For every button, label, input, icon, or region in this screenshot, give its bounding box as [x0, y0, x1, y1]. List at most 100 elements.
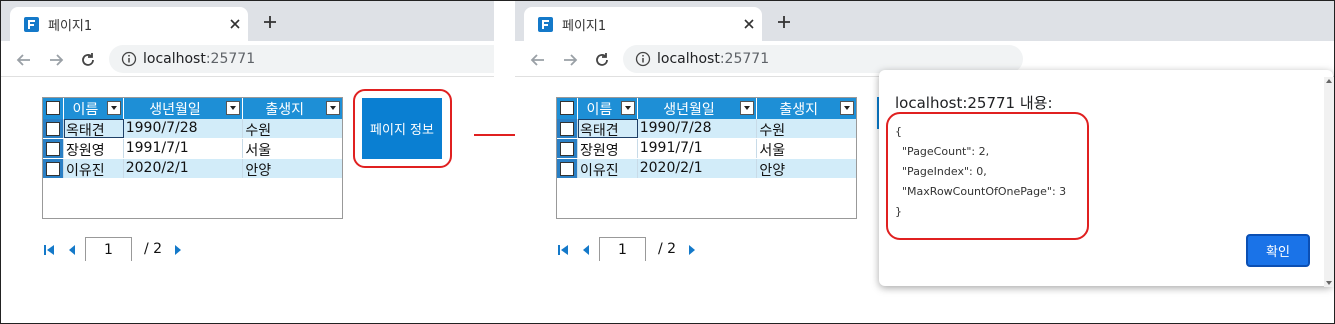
header-checkbox-cell — [557, 98, 578, 119]
filter-dropdown-icon[interactable] — [326, 101, 340, 115]
table-row[interactable]: 옥태견 1990/7/28 수원 — [43, 119, 342, 139]
table-row[interactable]: 옥태견 1990/7/28 수원 — [557, 119, 856, 139]
info-icon[interactable] — [635, 51, 651, 67]
row-checkbox[interactable] — [46, 142, 60, 156]
scrollbar[interactable] — [1324, 77, 1334, 287]
row-checkbox-cell — [557, 159, 578, 178]
ok-button[interactable]: 확인 — [1246, 234, 1310, 267]
forward-icon[interactable] — [47, 51, 65, 69]
table-row[interactable]: 이유진 2020/2/1 안양 — [557, 159, 856, 179]
cell-name[interactable]: 이유진 — [64, 159, 124, 179]
cell-birthplace[interactable]: 안양 — [243, 159, 342, 179]
cell-text: 수원 — [245, 123, 272, 139]
next-page-icon[interactable] — [173, 243, 183, 255]
cell-text: 2020/2/1 — [639, 160, 703, 176]
tab-title: 페이지1 — [562, 19, 607, 34]
cell-birthplace[interactable]: 수원 — [757, 119, 856, 139]
filter-dropdown-icon[interactable] — [740, 101, 755, 115]
header-label: 이름 — [586, 102, 613, 118]
header-label: 출생지 — [779, 102, 818, 118]
address-bar[interactable]: localhost:25771 — [623, 45, 1023, 73]
browser-tab[interactable]: 페이지1 — [524, 7, 762, 41]
back-icon[interactable] — [529, 51, 547, 69]
header-birthplace[interactable]: 출생지 — [243, 98, 342, 119]
cell-name[interactable]: 이유진 — [578, 159, 638, 179]
cell-text: 1990/7/28 — [125, 120, 198, 136]
cell-text: 1991/7/1 — [639, 140, 703, 156]
browser-tab[interactable]: 페이지1 — [10, 7, 248, 41]
pager: 1 / 2 — [557, 237, 757, 261]
row-checkbox[interactable] — [46, 162, 60, 176]
cell-name[interactable]: 장원영 — [578, 139, 638, 159]
left-browser-window: 페이지1 localhost:25771 이름 생년월일 출생지 옥태견 199… — [1, 1, 494, 323]
cell-birthplace[interactable]: 안양 — [757, 159, 856, 179]
cell-text: 옥태견 — [65, 123, 105, 139]
table-row[interactable]: 이유진 2020/2/1 안양 — [43, 159, 342, 179]
row-checkbox[interactable] — [560, 122, 574, 136]
cell-birthdate[interactable]: 1990/7/28 — [638, 119, 758, 138]
row-checkbox-cell — [43, 159, 64, 178]
close-icon[interactable] — [740, 15, 758, 33]
cell-text: 서울 — [245, 143, 272, 159]
row-checkbox-cell — [557, 139, 578, 158]
forward-icon[interactable] — [561, 51, 579, 69]
filter-dropdown-icon[interactable] — [106, 101, 121, 115]
cell-birthdate[interactable]: 2020/2/1 — [638, 159, 758, 178]
select-all-checkbox[interactable] — [560, 101, 574, 115]
new-tab-icon[interactable] — [777, 15, 791, 29]
row-checkbox[interactable] — [560, 162, 574, 176]
data-grid: 이름 생년월일 출생지 옥태견 1990/7/28 수원 장원영 1991/7/… — [42, 97, 343, 219]
cell-birthdate[interactable]: 2020/2/1 — [124, 159, 244, 178]
back-icon[interactable] — [15, 51, 33, 69]
cell-name[interactable]: 장원영 — [64, 139, 124, 159]
first-page-icon[interactable] — [43, 243, 55, 255]
cell-birthdate[interactable]: 1991/7/1 — [638, 139, 758, 158]
header-name[interactable]: 이름 — [64, 98, 124, 119]
cell-text: 수원 — [759, 123, 786, 139]
tab-strip: 페이지1 — [515, 1, 1334, 41]
dialog-title: localhost:25771 내용: — [895, 94, 1053, 112]
new-tab-icon[interactable] — [263, 15, 277, 29]
prev-page-icon[interactable] — [581, 243, 591, 255]
page-total: / 2 — [658, 241, 677, 257]
row-checkbox-cell — [43, 139, 64, 158]
cell-birthdate[interactable]: 1990/7/28 — [124, 119, 244, 138]
row-checkbox[interactable] — [560, 142, 574, 156]
header-birthdate[interactable]: 생년월일 — [638, 98, 758, 119]
page-total: / 2 — [144, 241, 163, 257]
header-label: 생년월일 — [663, 102, 715, 118]
page-number-input[interactable]: 1 — [599, 237, 646, 261]
table-row[interactable]: 장원영 1991/7/1 서울 — [557, 139, 856, 159]
cell-text: 2020/2/1 — [125, 160, 189, 176]
header-name[interactable]: 이름 — [578, 98, 638, 119]
cell-name[interactable]: 옥태견 — [63, 119, 124, 139]
header-birthplace[interactable]: 출생지 — [757, 98, 856, 119]
filter-dropdown-icon[interactable] — [226, 101, 241, 115]
cell-birthdate[interactable]: 1991/7/1 — [124, 139, 244, 158]
cell-name[interactable]: 옥태견 — [577, 119, 638, 139]
filter-dropdown-icon[interactable] — [620, 101, 635, 115]
first-page-icon[interactable] — [557, 243, 569, 255]
prev-page-icon[interactable] — [67, 243, 77, 255]
cell-birthplace[interactable]: 서울 — [243, 139, 342, 159]
scroll-down-icon[interactable] — [1326, 281, 1332, 285]
row-checkbox-cell — [43, 119, 64, 138]
address-bar[interactable]: localhost:25771 — [109, 45, 494, 73]
cell-text: 장원영 — [65, 143, 105, 159]
select-all-checkbox[interactable] — [46, 101, 60, 115]
reload-icon[interactable] — [593, 51, 611, 69]
reload-icon[interactable] — [79, 51, 97, 69]
cell-birthplace[interactable]: 서울 — [757, 139, 856, 159]
info-icon[interactable] — [121, 51, 137, 67]
row-checkbox[interactable] — [46, 122, 60, 136]
scroll-up-icon[interactable] — [1326, 79, 1332, 83]
table-row[interactable]: 장원영 1991/7/1 서울 — [43, 139, 342, 159]
next-page-icon[interactable] — [687, 243, 697, 255]
filter-dropdown-icon[interactable] — [840, 101, 854, 115]
page-number-input[interactable]: 1 — [85, 237, 132, 261]
cell-birthplace[interactable]: 수원 — [243, 119, 342, 139]
url-text: localhost:25771 — [143, 51, 255, 67]
header-birthdate[interactable]: 생년월일 — [124, 98, 244, 119]
grid-header-row: 이름 생년월일 출생지 — [43, 98, 342, 119]
close-icon[interactable] — [226, 15, 244, 33]
